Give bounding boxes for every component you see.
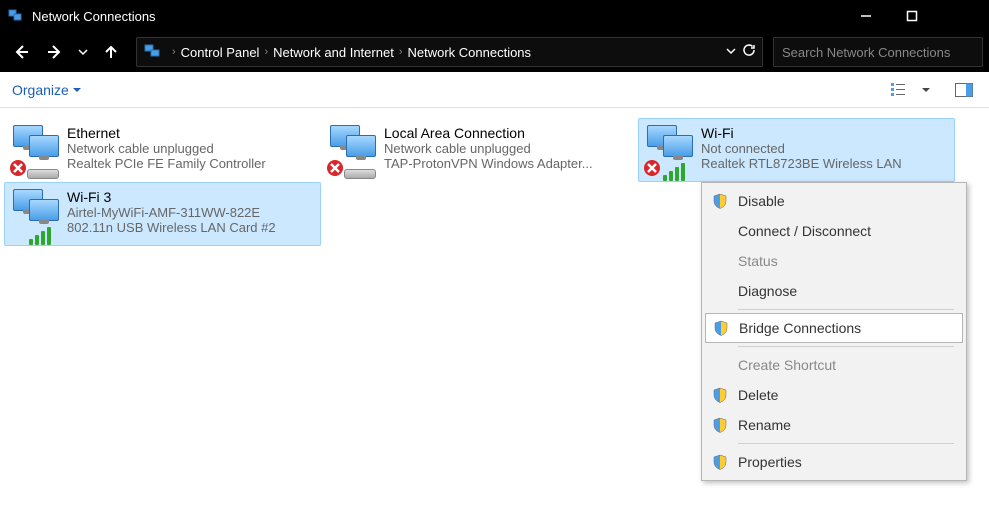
chevron-right-icon: › — [396, 46, 406, 58]
menu-item-rename[interactable]: Rename — [704, 410, 964, 440]
menu-item-diagnose[interactable]: Diagnose — [704, 276, 964, 306]
connection-icon — [328, 125, 378, 175]
title-bar: Network Connections — [0, 0, 989, 32]
connection-status: Network cable unplugged — [67, 141, 266, 156]
preview-pane-button[interactable] — [951, 77, 977, 103]
menu-item-connect-disconnect[interactable]: Connect / Disconnect — [704, 216, 964, 246]
connection-status: Airtel-MyWiFi-AMF-311WW-822E — [67, 205, 276, 220]
menu-item-label: Delete — [738, 387, 778, 403]
chevron-down-icon[interactable] — [726, 43, 736, 61]
breadcrumb-network-internet[interactable]: Network and Internet — [271, 45, 396, 60]
connection-item[interactable]: Local Area ConnectionNetwork cable unplu… — [321, 118, 638, 182]
cable-icon — [344, 169, 376, 179]
connection-icon — [645, 125, 695, 175]
menu-item-delete[interactable]: Delete — [704, 380, 964, 410]
app-icon — [8, 8, 24, 24]
menu-item-properties[interactable]: Properties — [704, 447, 964, 477]
up-button[interactable] — [96, 37, 126, 67]
connection-device: Realtek PCIe FE Family Controller — [67, 156, 266, 171]
menu-separator — [738, 346, 954, 347]
navigation-bar: › Control Panel › Network and Internet ›… — [0, 32, 989, 72]
menu-item-label: Status — [738, 253, 778, 269]
menu-item-label: Create Shortcut — [738, 357, 836, 373]
connection-name: Wi-Fi 3 — [67, 189, 276, 205]
forward-button[interactable] — [40, 37, 70, 67]
menu-item-label: Diagnose — [738, 283, 797, 299]
context-menu: Disable Connect / Disconnect Status Diagnos… — [701, 182, 967, 481]
chevron-down-icon — [73, 86, 81, 94]
chevron-right-icon: › — [261, 46, 271, 58]
connection-name: Local Area Connection — [384, 125, 593, 141]
menu-item-label: Rename — [738, 417, 791, 433]
connection-name: Ethernet — [67, 125, 266, 141]
organize-label: Organize — [12, 82, 69, 98]
search-input[interactable] — [782, 45, 974, 60]
minimize-button[interactable] — [843, 0, 889, 32]
connection-status: Network cable unplugged — [384, 141, 593, 156]
recent-dropdown[interactable] — [74, 37, 92, 67]
connection-item[interactable]: Wi-FiNot connectedRealtek RTL8723BE Wire… — [638, 118, 955, 182]
organize-button[interactable]: Organize — [12, 82, 81, 98]
connection-icon — [11, 125, 61, 175]
back-button[interactable] — [6, 37, 36, 67]
wifi-signal-icon — [663, 163, 685, 181]
menu-item-label: Properties — [738, 454, 802, 470]
menu-separator — [738, 443, 954, 444]
connection-item[interactable]: Wi-Fi 3Airtel-MyWiFi-AMF-311WW-822E802.1… — [4, 182, 321, 246]
wifi-signal-icon — [29, 227, 51, 245]
cable-icon — [27, 169, 59, 179]
connection-device: TAP-ProtonVPN Windows Adapter... — [384, 156, 593, 171]
connection-device: 802.11n USB Wireless LAN Card #2 — [67, 220, 276, 235]
breadcrumb-network-connections[interactable]: Network Connections — [405, 45, 533, 60]
error-icon — [643, 159, 661, 177]
connections-list: EthernetNetwork cable unpluggedRealtek P… — [0, 108, 989, 256]
connection-name: Wi-Fi — [701, 125, 902, 141]
command-bar: Organize — [0, 72, 989, 108]
menu-item-disable[interactable]: Disable — [704, 186, 964, 216]
connection-icon — [11, 189, 61, 239]
connection-item[interactable]: EthernetNetwork cable unpluggedRealtek P… — [4, 118, 321, 182]
view-options-button[interactable] — [887, 77, 913, 103]
refresh-icon[interactable] — [742, 43, 756, 62]
menu-item-create-shortcut: Create Shortcut — [704, 350, 964, 380]
connection-device: Realtek RTL8723BE Wireless LAN — [701, 156, 902, 171]
menu-separator — [738, 309, 954, 310]
connection-status: Not connected — [701, 141, 902, 156]
menu-item-status: Status — [704, 246, 964, 276]
menu-item-bridge-connections[interactable]: Bridge Connections — [705, 313, 963, 343]
menu-item-label: Bridge Connections — [739, 320, 861, 336]
address-bar[interactable]: › Control Panel › Network and Internet ›… — [136, 37, 763, 67]
location-icon — [143, 42, 163, 62]
error-icon — [326, 159, 344, 177]
error-icon — [9, 159, 27, 177]
search-box[interactable] — [773, 37, 983, 67]
breadcrumb-control-panel[interactable]: Control Panel — [179, 45, 262, 60]
maximize-button[interactable] — [889, 0, 935, 32]
menu-item-label: Connect / Disconnect — [738, 223, 871, 239]
view-dropdown-button[interactable] — [919, 77, 933, 103]
menu-item-label: Disable — [738, 193, 785, 209]
window-title: Network Connections — [32, 9, 843, 24]
chevron-right-icon: › — [169, 46, 179, 58]
